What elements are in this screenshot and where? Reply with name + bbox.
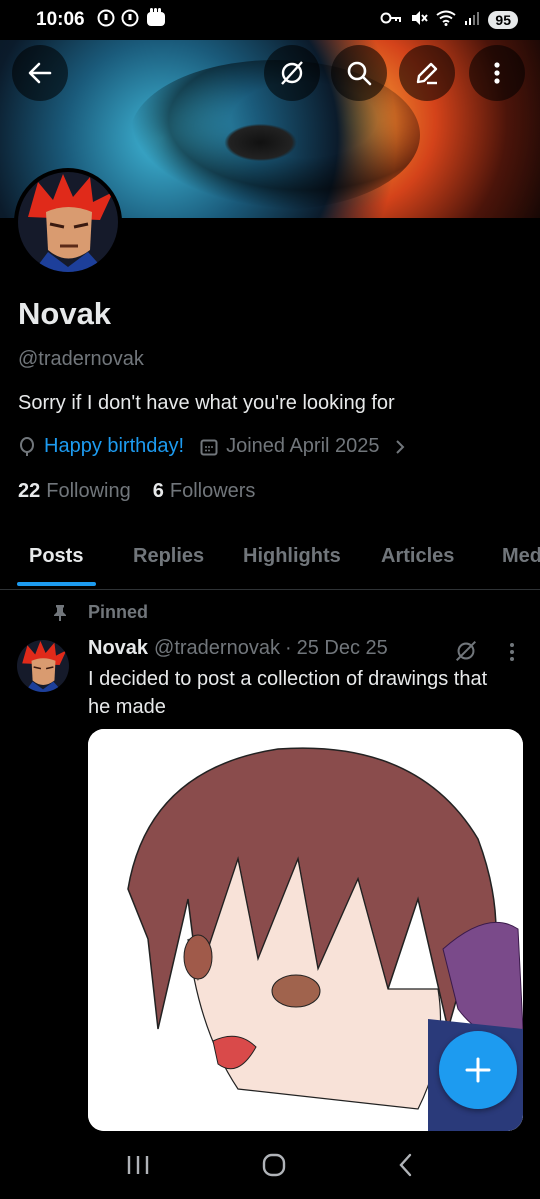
mute-icon (410, 9, 429, 32)
balloon-icon (18, 436, 36, 457)
post-author[interactable]: Novak (88, 637, 148, 660)
joined-date[interactable]: Joined April 2025 (226, 435, 379, 458)
followers-count: 6 (152, 480, 164, 502)
tab-articles[interactable]: Articles (381, 545, 454, 568)
pinned-indicator: Pinned (52, 602, 148, 623)
tab-media[interactable]: Media (502, 545, 540, 568)
status-bar: 10:06 95 (0, 0, 540, 40)
tab-posts[interactable]: Posts (29, 545, 83, 568)
more-options-button[interactable] (469, 45, 525, 101)
home-icon[interactable] (261, 1152, 287, 1178)
battery-badge: 95 (488, 11, 518, 29)
profile-handle: @tradernovak (18, 348, 144, 370)
post-header: Novak @tradernovak · 25 Dec 25 (88, 637, 388, 660)
chevron-right-icon[interactable] (394, 438, 406, 456)
plus-icon (463, 1055, 493, 1085)
shield-icon (121, 9, 139, 32)
post-date[interactable]: 25 Dec 25 (297, 637, 388, 660)
post-avatar[interactable] (17, 640, 69, 692)
grok-button[interactable] (264, 45, 320, 101)
tab-replies[interactable]: Replies (133, 545, 204, 568)
status-time: 10:06 (36, 9, 85, 30)
pin-icon (52, 604, 68, 622)
system-nav-bar (0, 1131, 540, 1199)
profile-tabs: Posts Replies Highlights Articles Media (0, 528, 540, 590)
pen-icon (413, 59, 441, 87)
key-icon (380, 11, 402, 30)
tab-highlights[interactable]: Highlights (243, 545, 341, 568)
grok-icon (278, 59, 306, 87)
status-notification-icons (97, 7, 167, 33)
more-vertical-icon (483, 59, 511, 87)
calendar-icon (200, 438, 218, 456)
post-text: I decided to post a collection of drawin… (88, 668, 488, 718)
post-separator: · (284, 637, 292, 659)
fist-icon (145, 7, 167, 33)
profile-name: Novak (18, 296, 112, 331)
grok-icon[interactable] (453, 638, 479, 664)
following-label: Following (46, 480, 131, 502)
avatar-image (17, 640, 69, 692)
wifi-icon (436, 10, 457, 31)
signal-icon (464, 11, 480, 30)
shield-icon (97, 9, 115, 32)
followers-label: Followers (169, 480, 256, 502)
following-count: 22 (18, 480, 41, 502)
avatar-image (18, 172, 118, 272)
search-button[interactable] (331, 45, 387, 101)
profile-meta: Happy birthday! Joined April 2025 (18, 435, 406, 458)
more-vertical-icon[interactable] (502, 640, 522, 664)
following-link[interactable]: 22 Following (18, 480, 131, 503)
post-handle[interactable]: @tradernovak (154, 637, 280, 660)
birthday-link[interactable]: Happy birthday! (44, 435, 184, 458)
edit-profile-button[interactable] (399, 45, 455, 101)
back-button[interactable] (12, 45, 68, 101)
status-system-icons: 95 (380, 9, 518, 32)
arrow-left-icon (26, 59, 54, 87)
follow-stats: 22 Following 6 Followers (18, 480, 277, 503)
followers-link[interactable]: 6 Followers (153, 480, 256, 503)
profile-avatar[interactable] (14, 168, 122, 276)
recents-icon[interactable] (125, 1154, 151, 1176)
profile-bio: Sorry if I don't have what you're lookin… (18, 392, 395, 414)
active-tab-indicator (17, 582, 96, 586)
back-nav-icon[interactable] (397, 1152, 415, 1178)
compose-button[interactable] (439, 1031, 517, 1109)
search-icon (345, 59, 373, 87)
pinned-label: Pinned (88, 602, 149, 622)
